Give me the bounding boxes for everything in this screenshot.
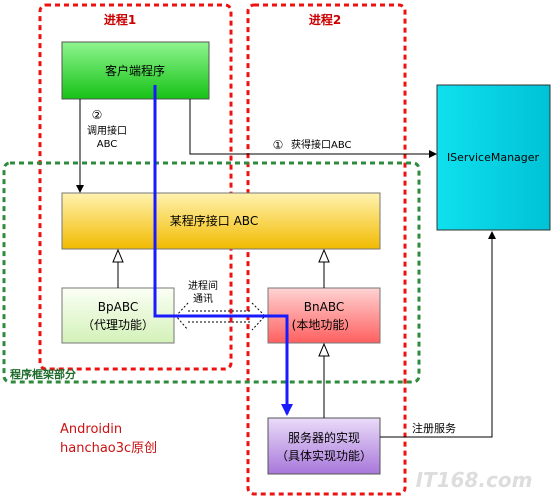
credit-line-2: hanchao3c原创 — [60, 441, 157, 456]
step2-number: ② — [92, 108, 103, 122]
step2-label-abc: ABC — [97, 139, 118, 150]
interface-label: 某程序接口 ABC — [170, 213, 258, 228]
process1-title: 进程1 — [104, 12, 136, 27]
step1-number: ① — [273, 138, 284, 152]
service-manager-label: IServiceManager — [447, 151, 540, 164]
server-box — [267, 417, 381, 475]
architecture-diagram: 进程1 进程2 程序框架部分 客户端程序 某程序接口 ABC BpABC （代理… — [2, 3, 551, 496]
bp-label: BpABC — [98, 300, 138, 314]
step1-label: 获得接口ABC — [291, 138, 352, 151]
credit-line-1: Androidin — [60, 422, 122, 437]
step2-label: 调用接口 — [87, 124, 127, 137]
ipc-label-2: 通讯 — [193, 293, 213, 305]
server-sublabel: （具体实现功能） — [276, 448, 372, 463]
bn-label: BnABC — [304, 300, 344, 314]
bn-sublabel: (本地功能） — [292, 318, 357, 332]
client-label: 客户端程序 — [105, 63, 165, 78]
process2-title: 进程2 — [309, 12, 341, 27]
register-service-arrow — [380, 231, 496, 438]
server-label: 服务器的实现 — [288, 430, 360, 445]
bp-sublabel: （代理功能） — [82, 318, 154, 332]
register-label: 注册服务 — [412, 421, 456, 435]
framework-title: 程序框架部分 — [10, 367, 76, 381]
ipc-label: 进程间 — [188, 279, 218, 292]
watermark: IT168.com — [416, 468, 533, 492]
